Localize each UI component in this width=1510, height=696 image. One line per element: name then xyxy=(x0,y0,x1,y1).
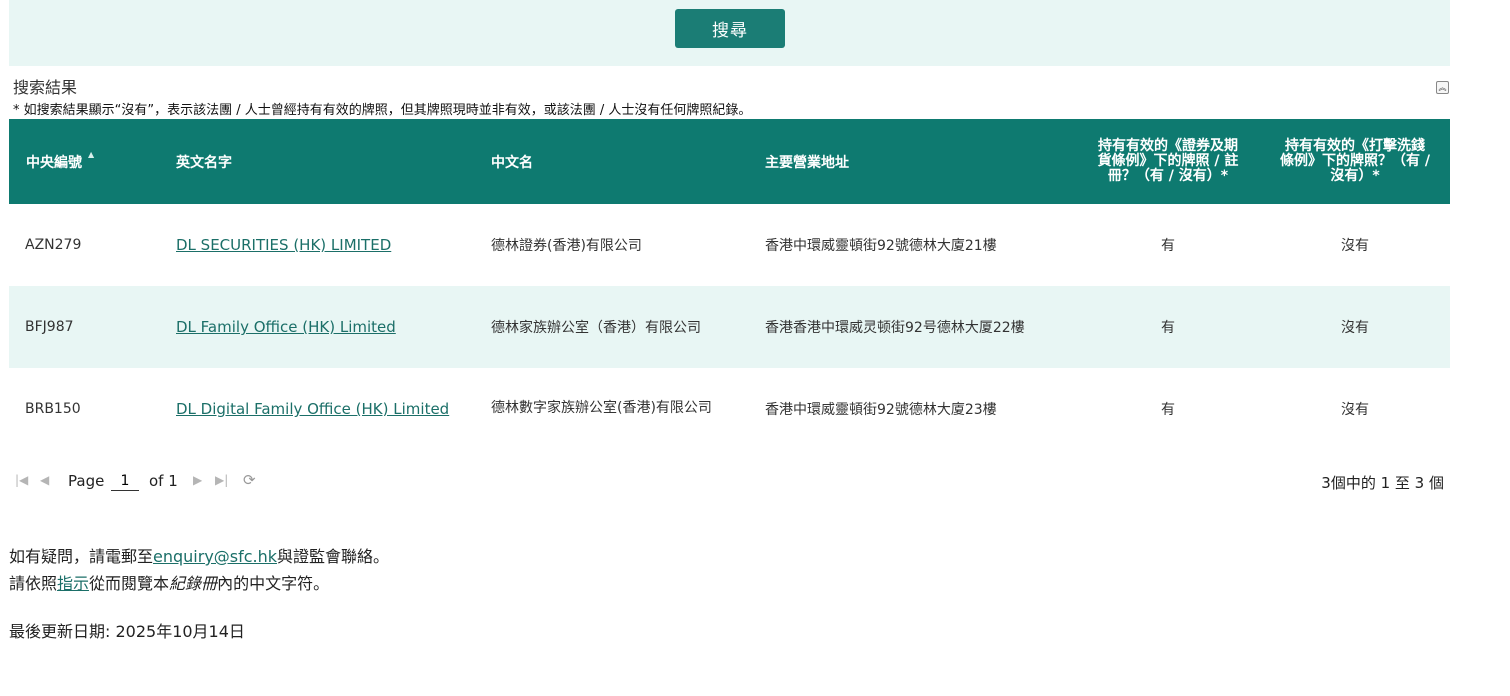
company-link[interactable]: DL Family Office (HK) Limited xyxy=(176,318,396,336)
cell-address: 香港香港中環威灵顿街92号德林大厦22樓 xyxy=(765,320,1025,336)
cell-sfo: 有 xyxy=(1161,402,1175,418)
guide-link[interactable]: 指示 xyxy=(57,574,89,593)
company-link[interactable]: DL Digital Family Office (HK) Limited xyxy=(176,400,449,418)
table-row: AZN279 DL SECURITIES (HK) LIMITED 德林證券(香… xyxy=(9,204,1450,286)
guide-suffix: 內的中文字符。 xyxy=(217,574,330,593)
cell-ce-no: BRB150 xyxy=(25,401,81,417)
record-count: 3個中的 1 至 3 個 xyxy=(1321,474,1444,492)
sort-ascending-icon: ▲ xyxy=(88,150,95,159)
column-header-ce-no[interactable]: 中央編號 ▲ xyxy=(26,119,166,204)
register-italic: 紀錄冊 xyxy=(169,574,218,593)
company-link[interactable]: DL SECURITIES (HK) LIMITED xyxy=(176,236,391,254)
last-updated: 最後更新日期: 2025年10月14日 xyxy=(9,622,245,641)
column-label: 中央編號 xyxy=(26,154,82,171)
column-header-sfo[interactable]: 持有有效的《證券及期貨條例》下的牌照 / 註冊？（有 / 沒有）* xyxy=(1093,119,1243,204)
collapse-icon[interactable]: ︽ xyxy=(1436,81,1449,94)
page-number-input[interactable] xyxy=(111,472,139,491)
page-label: Page xyxy=(68,472,105,490)
table-header: 中央編號 ▲ 英文名字 中文名 主要營業地址 持有有效的《證券及期貨條例》下的牌… xyxy=(9,119,1450,204)
results-table: 中央編號 ▲ 英文名字 中文名 主要營業地址 持有有效的《證券及期貨條例》下的牌… xyxy=(9,119,1450,450)
table-row: BFJ987 DL Family Office (HK) Limited 德林家… xyxy=(9,286,1450,368)
cell-address: 香港中環威靈頓街92號德林大廈21樓 xyxy=(765,238,997,254)
table-row: BRB150 DL Digital Family Office (HK) Lim… xyxy=(9,368,1450,450)
contact-line: 如有疑問，請電郵至enquiry@sfc.hk與證監會聯絡。 xyxy=(9,543,389,567)
page-total-label: of 1 xyxy=(149,472,178,490)
pagination-bar: |◀ ◀ Page of 1 ▶ ▶| ⟳ 3個中的 1 至 3 個 xyxy=(9,470,1450,494)
cell-amlo: 沒有 xyxy=(1341,402,1369,418)
guide-line: 請依照指示從而閱覽本紀錄冊內的中文字符。 xyxy=(9,570,329,594)
column-header-zh-name[interactable]: 中文名 xyxy=(491,119,751,204)
column-header-address[interactable]: 主要營業地址 xyxy=(765,119,1075,204)
cell-amlo: 沒有 xyxy=(1341,320,1369,336)
cell-zh-name: 德林證券(香港)有限公司 xyxy=(491,238,642,254)
guide-prefix: 請依照 xyxy=(9,574,58,593)
contact-email-link[interactable]: enquiry@sfc.hk xyxy=(153,547,277,566)
last-page-icon[interactable]: ▶| xyxy=(215,473,228,487)
search-button[interactable]: 搜尋 xyxy=(675,9,785,48)
cell-address: 香港中環威靈頓街92號德林大廈23樓 xyxy=(765,402,997,418)
cell-ce-no: AZN279 xyxy=(25,237,82,253)
cell-amlo: 沒有 xyxy=(1341,238,1369,254)
cell-sfo: 有 xyxy=(1161,238,1175,254)
cell-sfo: 有 xyxy=(1161,320,1175,336)
column-header-en-name[interactable]: 英文名字 xyxy=(176,119,476,204)
cell-en-name: DL Digital Family Office (HK) Limited xyxy=(176,368,481,450)
refresh-icon[interactable]: ⟳ xyxy=(243,471,256,489)
previous-page-icon[interactable]: ◀ xyxy=(40,473,49,487)
column-header-amlo[interactable]: 持有有效的《打擊洗錢條例》下的牌照？（有 / 沒有）* xyxy=(1279,119,1431,204)
guide-middle: 從而閱覽本 xyxy=(89,574,170,593)
cell-en-name: DL SECURITIES (HK) LIMITED xyxy=(176,204,481,286)
cell-zh-name: 德林數字家族辦公室(香港)有限公司 xyxy=(491,400,712,416)
column-label: 持有有效的《證券及期貨條例》下的牌照 / 註冊？（有 / 沒有）* xyxy=(1097,138,1239,184)
next-page-icon[interactable]: ▶ xyxy=(193,473,202,487)
contact-suffix: 與證監會聯絡。 xyxy=(277,547,390,566)
cell-ce-no: BFJ987 xyxy=(25,319,74,335)
first-page-icon[interactable]: |◀ xyxy=(15,473,28,487)
cell-en-name: DL Family Office (HK) Limited xyxy=(176,286,481,368)
search-panel: 搜尋 xyxy=(9,0,1450,66)
results-note: * 如搜索結果顯示“沒有”，表示該法團 / 人士曾經持有有效的牌照，但其牌照現時… xyxy=(13,103,752,118)
results-title: 搜索結果 xyxy=(13,78,78,97)
cell-zh-name: 德林家族辦公室（香港）有限公司 xyxy=(491,320,701,336)
column-label: 持有有效的《打擊洗錢條例》下的牌照？（有 / 沒有）* xyxy=(1280,138,1430,184)
contact-prefix: 如有疑問，請電郵至 xyxy=(9,547,154,566)
